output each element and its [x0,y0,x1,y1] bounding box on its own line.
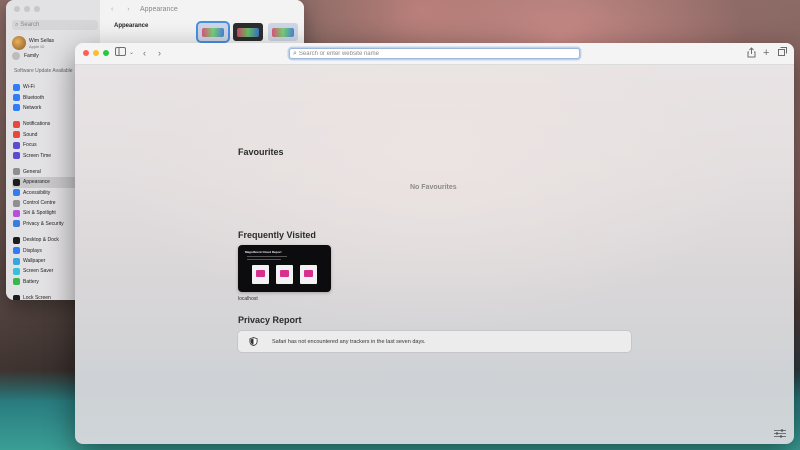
family-label: Family [24,53,39,59]
close-button[interactable] [83,50,89,56]
search-icon: ⌕ [293,49,297,57]
settings-category-icon [13,236,20,244]
tile-preview-card [252,265,269,284]
settings-category-icon [13,131,20,139]
settings-nav-arrows[interactable]: ‹ › [111,6,136,13]
sidebar-item-label: Notifications [23,121,51,128]
tab-overview-icon[interactable] [778,47,787,59]
tile-preview-line [247,256,287,257]
settings-category-icon [13,152,20,160]
settings-category-icon [13,104,20,112]
sidebar-item-label: Lock Screen [23,295,51,300]
tile-preview-card [300,265,317,284]
favourites-heading: Favourites [238,147,284,157]
settings-category-icon [13,199,20,207]
sidebar-item-label: Desktop & Dock [23,237,59,244]
sidebar-item-label: Appearance [23,179,50,186]
settings-category-icon [13,294,20,300]
settings-window-title: Appearance [140,6,178,13]
settings-search-field[interactable]: ⌕ Search [12,20,98,30]
forward-arrow-icon[interactable]: › [158,47,161,59]
minimize-button[interactable] [93,50,99,56]
chevron-down-icon[interactable]: ⌄ [129,47,134,59]
frequently-visited-label[interactable]: localhost [238,296,258,302]
privacy-report-card[interactable]: Safari has not encountered any trackers … [238,331,631,352]
settings-category-icon [13,168,20,176]
sidebar-item-label: Bluetooth [23,94,45,101]
sidebar-item-label: Focus [23,142,37,149]
close-button[interactable] [14,6,20,12]
settings-category-icon [13,83,20,91]
share-icon[interactable] [747,47,756,59]
settings-category-icon [13,220,20,228]
address-input[interactable] [298,50,559,57]
sidebar-toggle-icon[interactable] [115,47,126,59]
apple-id-row[interactable]: Wim Sellas Apple ID [12,36,54,50]
settings-category-icon [13,257,20,265]
tile-preview-line [247,259,281,260]
sidebar-item-label: Accessibility [23,189,51,196]
settings-category-icon [13,267,20,275]
tile-preview-cards [252,265,317,284]
search-icon: ⌕ [15,21,19,28]
shield-icon [249,337,258,346]
sidebar-item-label: Wallpaper [23,258,46,265]
zoom-button[interactable] [103,50,109,56]
safari-window-controls [83,50,109,56]
sidebar-item-label: Wi-Fi [23,84,35,91]
appearance-option-dark[interactable] [233,23,263,41]
user-name: Wim Sellas [29,37,55,44]
frequently-visited-heading: Frequently Visited [238,230,316,240]
settings-category-icon [13,120,20,128]
sidebar-item-label: Displays [23,247,42,254]
no-favourites-text: No Favourites [410,184,457,191]
sidebar-item-label: Screen Saver [23,268,54,275]
sidebar-item-label: Privacy & Security [23,220,64,227]
sidebar-item-label: Control Centre [23,200,56,207]
sidebar-item-label: Sound [23,131,38,138]
privacy-report-heading: Privacy Report [238,315,302,325]
appearance-option-light[interactable] [268,23,298,41]
appearance-option-auto[interactable] [196,21,230,43]
appearance-options [196,21,298,43]
settings-category-icon [13,141,20,149]
zoom-button[interactable] [34,6,40,12]
software-update-notice[interactable]: Software Update Available [14,68,73,74]
safari-toolbar: ⌄ ‹ › ⌕ + [75,43,794,65]
frequently-visited-tile[interactable]: Magnificent Cloud Report [238,245,331,292]
settings-window-controls [14,6,40,12]
sidebar-item-label: Battery [23,278,39,285]
safari-window[interactable]: ⌄ ‹ › ⌕ + Favourites No Favourites Frequ… [75,43,794,444]
settings-search-placeholder: Search [20,22,40,28]
settings-category-icon [13,247,20,255]
settings-category-icon [13,189,20,197]
appearance-section-label: Appearance [114,23,149,29]
settings-category-icon [13,178,20,186]
sidebar-item-label: General [23,168,41,175]
sidebar-item-label: Network [23,104,42,111]
minimize-button[interactable] [24,6,30,12]
sidebar-item-label: Screen Time [23,152,52,159]
family-icon [12,52,20,60]
family-row[interactable]: Family [12,52,39,60]
sidebar-item-label: Siri & Spotlight [23,210,56,217]
privacy-report-text: Safari has not encountered any trackers … [272,338,426,345]
address-bar[interactable]: ⌕ [289,48,580,59]
customize-start-page-icon[interactable] [774,429,786,438]
settings-category-icon [13,278,20,286]
back-arrow-icon[interactable]: ‹ [143,47,146,59]
settings-category-icon [13,94,20,102]
tile-preview-card [276,265,293,284]
new-tab-icon[interactable]: + [763,47,769,59]
avatar [12,36,26,50]
settings-category-icon [13,209,20,217]
user-subtitle: Apple ID [29,43,45,49]
tile-preview-title: Magnificent Cloud Report [245,250,282,254]
